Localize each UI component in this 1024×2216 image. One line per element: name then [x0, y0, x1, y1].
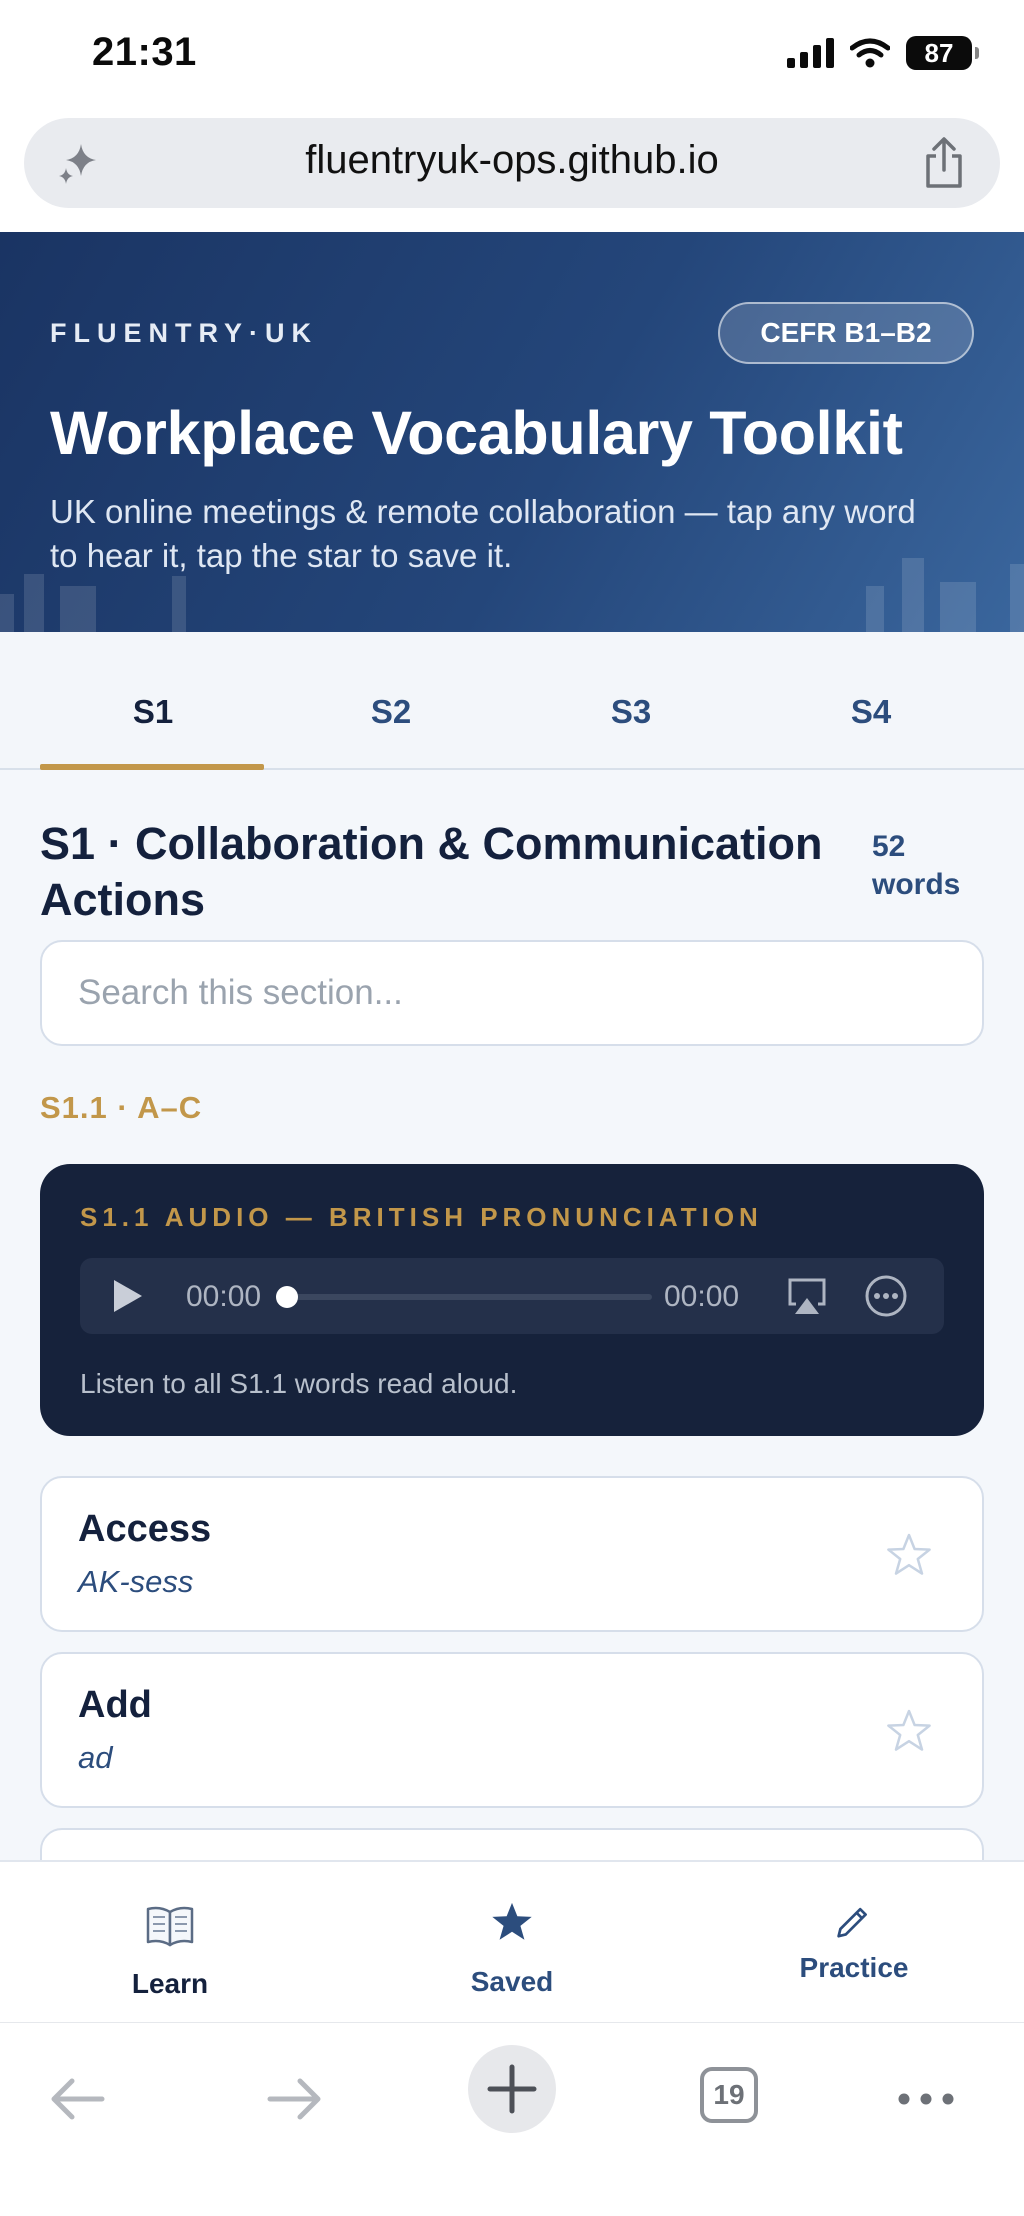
word-count-unit: words: [872, 868, 961, 901]
word-count-number: 52: [872, 830, 906, 863]
word-count: 52 words: [872, 828, 960, 904]
word-pronunciation: AK-sess: [78, 1564, 194, 1599]
subsection-heading: S1.1 · A–C: [40, 1090, 203, 1125]
star-icon: [492, 1902, 532, 1940]
page-subtitle: UK online meetings & remote collaboratio…: [50, 493, 916, 574]
cellular-signal-icon: [787, 38, 834, 68]
progress-track[interactable]: [280, 1294, 652, 1300]
section-title: S1 · Collaboration & Communication Actio…: [40, 818, 823, 925]
hero-banner: FLUENTRY·UK CEFR B1–B2 Workplace Vocabul…: [0, 232, 1024, 632]
share-icon[interactable]: [920, 136, 968, 190]
save-star-icon[interactable]: [886, 1532, 932, 1578]
play-icon[interactable]: [114, 1280, 142, 1312]
more-options-icon[interactable]: [864, 1274, 908, 1318]
browser-toolbar: 19: [0, 2022, 1024, 2216]
audio-card: S1.1 AUDIO — BRITISH PRONUNCIATION 00:00…: [40, 1164, 984, 1436]
battery-icon: 87: [906, 36, 979, 70]
status-icons: 87: [787, 36, 979, 70]
nav-practice[interactable]: Practice: [734, 1862, 974, 2024]
word-card[interactable]: Add ad: [40, 1652, 984, 1808]
tab-s4[interactable]: S4: [758, 632, 984, 770]
tab-s3[interactable]: S3: [518, 632, 744, 770]
url-text[interactable]: fluentryuk-ops.github.io: [24, 138, 1000, 183]
nav-label: Saved: [470, 1966, 554, 1997]
brand-name: FLUENTRY·UK: [50, 318, 318, 348]
word-term[interactable]: Add: [78, 1684, 152, 1727]
pencil-icon: [837, 1907, 867, 1938]
word-card[interactable]: Access AK-sess: [40, 1476, 984, 1632]
plus-icon: [487, 2064, 537, 2114]
wifi-icon: [850, 38, 890, 68]
forward-arrow-icon[interactable]: [264, 2069, 324, 2129]
word-card[interactable]: [40, 1828, 984, 1860]
word-pronunciation: ad: [78, 1740, 113, 1775]
tab-s2[interactable]: S2: [278, 632, 504, 770]
current-time: 00:00: [186, 1280, 262, 1313]
book-icon: [146, 1906, 194, 1947]
audio-player: 00:00 00:00: [80, 1258, 944, 1334]
level-badge: CEFR B1–B2: [718, 302, 974, 364]
address-bar[interactable]: fluentryuk-ops.github.io: [24, 118, 1000, 208]
save-star-icon[interactable]: [886, 1708, 932, 1754]
new-tab-button[interactable]: [468, 2045, 556, 2133]
main-content[interactable]: S1 · Collaboration & Communication Actio…: [0, 770, 1024, 1860]
status-time: 21:31: [92, 30, 197, 74]
airplay-icon[interactable]: [786, 1276, 828, 1316]
audio-caption: Listen to all S1.1 words read aloud.: [80, 1368, 518, 1399]
tabs-button[interactable]: 19: [700, 2067, 758, 2123]
section-tabs: S1 S2 S3 S4: [0, 632, 1024, 770]
page-title: Workplace Vocabulary Toolkit: [50, 399, 903, 467]
nav-label: Practice: [799, 1952, 909, 1983]
status-bar: 21:31 87: [0, 0, 1024, 112]
nav-learn[interactable]: Learn: [50, 1862, 290, 2024]
nav-saved[interactable]: Saved: [392, 1862, 632, 2024]
audio-title: S1.1 AUDIO — BRITISH PRONUNCIATION: [80, 1202, 763, 1232]
nav-label: Learn: [131, 1968, 209, 1999]
word-term[interactable]: Access: [78, 1508, 211, 1551]
progress-knob[interactable]: [276, 1286, 298, 1308]
tab-s1[interactable]: S1: [40, 632, 266, 770]
back-arrow-icon[interactable]: [48, 2069, 108, 2129]
duration-time: 00:00: [664, 1280, 740, 1313]
bottom-nav: Learn Saved Practice: [0, 1860, 1024, 2022]
search-input[interactable]: [40, 940, 984, 1046]
more-icon[interactable]: [896, 2089, 956, 2109]
